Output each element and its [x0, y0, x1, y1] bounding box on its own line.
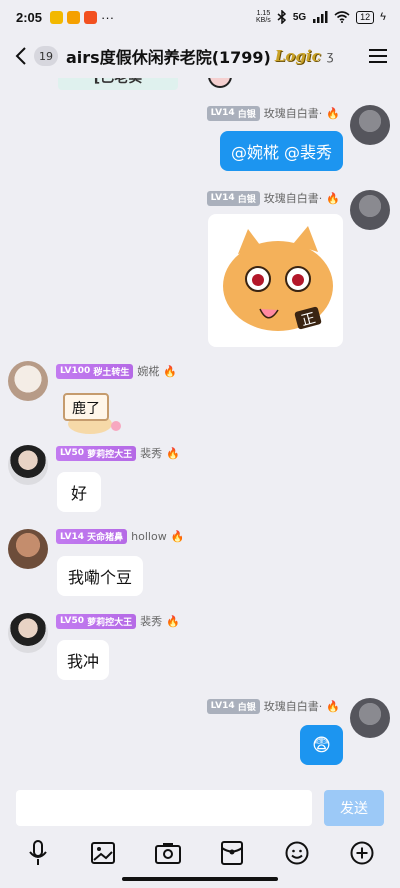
camera-icon [154, 843, 181, 864]
video-notify-icon [84, 10, 98, 24]
avatar[interactable] [350, 698, 390, 738]
svg-text:鹿了: 鹿了 [72, 400, 100, 417]
avatar[interactable] [8, 445, 48, 485]
home-indicator[interactable] [122, 877, 278, 881]
chevron-left-icon [15, 47, 26, 65]
partial-sticker[interactable]: [已老实 [58, 78, 178, 90]
fire-icon: 🔥 [326, 191, 340, 205]
send-button[interactable]: 发送 [324, 790, 384, 826]
plus-circle-icon [350, 841, 374, 865]
smiley-icon [285, 841, 309, 865]
input-toolbar [0, 833, 400, 873]
more-button[interactable] [344, 835, 380, 871]
signal-label: 5G [292, 11, 307, 23]
sender-name: 婉椛 [137, 365, 160, 378]
battery-indicator: 12 [356, 10, 375, 24]
image-icon [90, 842, 115, 864]
charging-icon: ϟ [380, 11, 386, 23]
hamburger-icon [369, 49, 387, 63]
message-meta: LV14 天命猪鼻 hollow 🔥 [56, 529, 184, 544]
message-bubble[interactable]: 😨 [300, 725, 343, 765]
more-notifications-icon: ··· [101, 9, 115, 25]
signal-icon [313, 11, 328, 23]
fire-icon: 🔥 [163, 364, 178, 378]
avatar[interactable] [8, 613, 48, 653]
message-meta: LV14 白银 玫瑰自白書· 🔥 [206, 698, 340, 714]
red-packet-icon [221, 841, 244, 865]
camera-button[interactable] [150, 835, 186, 871]
emoji-button[interactable] [279, 835, 315, 871]
fire-icon: 🔥 [326, 106, 340, 120]
level-badge: LV50 萝莉控大王 [56, 613, 137, 629]
avatar[interactable] [350, 105, 390, 145]
message-list[interactable]: [已老实 LV14 白银 玫瑰自白書· 🔥 @婉椛 @裴秀 LV14 白银 玫瑰… [0, 78, 400, 783]
sender-name: 玫瑰自白書· [263, 700, 323, 713]
bluetooth-icon [277, 10, 286, 24]
ear-mode-icon[interactable]: ʒ [327, 49, 334, 63]
sender-name: 玫瑰自白書· [263, 192, 323, 205]
message-meta: LV14 白银 玫瑰自白書· 🔥 [206, 105, 340, 121]
message-bubble[interactable]: @婉椛 @裴秀 [220, 131, 343, 171]
message-meta: LV100 秽土转生 婉椛 🔥 [56, 363, 177, 379]
net-speed: 1.15 KB/s [256, 10, 271, 24]
qq-notify-icon [50, 10, 64, 24]
sender-name: 玫瑰自白書· [263, 107, 323, 120]
message-bubble[interactable]: 我冲 [57, 640, 109, 680]
avatar[interactable] [8, 361, 48, 401]
red-packet-button[interactable] [214, 835, 250, 871]
avatar[interactable] [350, 190, 390, 230]
menu-button[interactable] [356, 34, 400, 78]
level-badge: LV14 天命猪鼻 [56, 529, 128, 544]
status-time: 2:05 [16, 9, 43, 25]
partial-emoji [208, 78, 232, 88]
wifi-icon [334, 11, 350, 23]
gallery-notify-icon [67, 10, 81, 24]
fire-icon: 🔥 [166, 614, 180, 628]
level-badge: LV14 白银 [206, 190, 260, 206]
avatar[interactable] [8, 529, 48, 569]
group-title[interactable]: airs度假休闲养老院(1799) [66, 44, 271, 68]
sender-name: 裴秀 [140, 447, 163, 460]
message-input[interactable] [16, 790, 312, 826]
message-bubble[interactable]: 我嘞个豆 [57, 556, 143, 596]
back-button[interactable] [8, 34, 34, 78]
deer-sticker[interactable]: 鹿了 [58, 386, 128, 436]
fire-icon: 🔥 [166, 446, 180, 460]
fire-icon: 🔥 [326, 699, 340, 713]
message-meta: LV50 萝莉控大王 裴秀 🔥 [56, 613, 180, 629]
message-bubble[interactable]: 好 [57, 472, 101, 512]
level-badge: LV14 白银 [206, 698, 260, 714]
level-badge: LV100 秽土转生 [56, 363, 134, 379]
sender-name: 裴秀 [140, 615, 163, 628]
photo-button[interactable] [85, 835, 121, 871]
message-meta: LV14 白银 玫瑰自白書· 🔥 [206, 190, 340, 206]
fire-icon: 🔥 [170, 530, 185, 543]
chat-header: 19 airs度假休闲养老院(1799) Logic ʒ [0, 34, 400, 78]
level-badge: LV14 白银 [206, 105, 260, 121]
message-meta: LV50 萝莉控大王 裴秀 🔥 [56, 445, 180, 461]
group-tag-logo: Logic [274, 47, 321, 65]
microphone-icon [29, 840, 48, 865]
unread-badge: 19 [34, 46, 58, 66]
level-badge: LV50 萝莉控大王 [56, 445, 137, 461]
status-bar: 2:05 ··· 1.15 KB/s 5G 12 ϟ [0, 0, 400, 34]
input-bar: 发送 [0, 783, 400, 833]
sender-name: hollow [131, 530, 167, 543]
cat-sticker[interactable]: 正 [208, 214, 343, 347]
voice-button[interactable] [20, 835, 56, 871]
